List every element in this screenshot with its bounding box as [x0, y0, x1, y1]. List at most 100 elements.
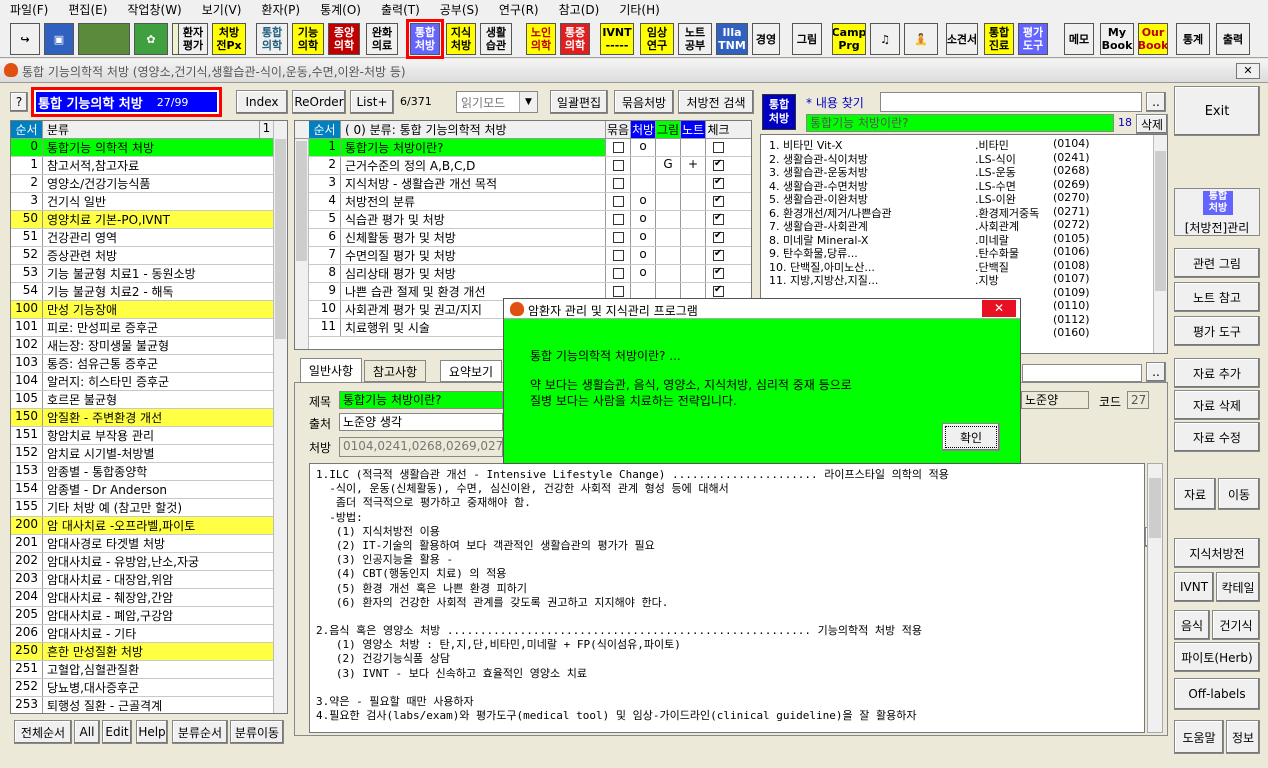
- toolbar-button[interactable]: 임상 연구: [640, 23, 674, 55]
- list-item[interactable]: 53 기능 불균형 치료1 - 동원소방: [11, 265, 273, 283]
- eval-tool-button[interactable]: 평가 도구: [1174, 316, 1260, 346]
- list-item[interactable]: 102 새는장: 장미생물 불균형: [11, 337, 273, 355]
- list-item[interactable]: 4. 생활습관-수면처방 .LS-수면 (0269): [769, 178, 1149, 193]
- reorder-button[interactable]: ReOrder: [292, 90, 346, 114]
- list-item[interactable]: 8. 미네랄 Mineral-X .미네랄 (0105): [769, 232, 1149, 247]
- linked-rx-scrollbar[interactable]: [1153, 135, 1167, 353]
- toolbar-button[interactable]: ↪: [10, 23, 40, 55]
- toolbar-button[interactable]: 환자 평가: [178, 23, 208, 55]
- toolbar-button[interactable]: ▣: [44, 23, 74, 55]
- check-cell[interactable]: [705, 211, 731, 228]
- toolbar-button[interactable]: 노트 공부: [678, 23, 712, 55]
- cocktail-button[interactable]: 칵테일: [1216, 572, 1260, 602]
- toolbar-button[interactable]: 그림: [792, 23, 822, 55]
- group-checkbox[interactable]: [612, 232, 624, 243]
- group-cell[interactable]: [605, 139, 630, 156]
- summary-search-input[interactable]: [1022, 364, 1142, 382]
- menu-item[interactable]: 편집(E): [58, 0, 117, 20]
- check-checkbox[interactable]: [713, 194, 724, 207]
- left-action-button[interactable]: 전체순서: [14, 720, 72, 744]
- table-row[interactable]: 8 심리상태 평가 및 처방 o: [309, 265, 751, 283]
- list-item[interactable]: 250 흔한 만성질환 처방: [11, 643, 273, 661]
- dialog-close-button[interactable]: ✕: [982, 300, 1016, 317]
- add-data-button[interactable]: 자료 추가: [1174, 358, 1260, 388]
- toolbar-button[interactable]: [78, 23, 130, 55]
- related-image-button[interactable]: 관련 그림: [1174, 248, 1260, 278]
- list-item[interactable]: 200 암 대사치료 -오프라벨,파이토: [11, 517, 273, 535]
- info-button[interactable]: 정보: [1226, 720, 1260, 754]
- move-button[interactable]: 이동: [1218, 478, 1260, 510]
- delete-button[interactable]: 삭제: [1136, 114, 1168, 134]
- list-item[interactable]: 7. 생활습관-사회관계 .사회관계 (0272): [769, 218, 1149, 233]
- toolbar-button[interactable]: 소견서: [946, 23, 978, 55]
- list-item[interactable]: 5. 생활습관-이완처방 .LS-이완 (0270): [769, 191, 1149, 206]
- group-cell[interactable]: [605, 211, 630, 228]
- list-item[interactable]: 202 암대사치료 - 유방암,난소,자궁: [11, 553, 273, 571]
- group-checkbox[interactable]: [612, 286, 624, 297]
- group-cell[interactable]: [605, 193, 630, 210]
- category-scrollbar[interactable]: [273, 121, 287, 713]
- find-more-button[interactable]: ..: [1146, 92, 1166, 112]
- toolbar-button[interactable]: 평가 도구: [1018, 23, 1048, 55]
- check-cell[interactable]: [705, 247, 731, 264]
- toolbar-button[interactable]: 메모: [1064, 23, 1094, 55]
- table-row[interactable]: 5 식습관 평가 및 처방 o: [309, 211, 751, 229]
- list-item[interactable]: 101 피로: 만성피로 증후군: [11, 319, 273, 337]
- summary-more-button[interactable]: ..: [1146, 362, 1166, 382]
- list-item[interactable]: 253 퇴행성 질환 - 근골격계: [11, 697, 273, 713]
- toolbar-button[interactable]: Illa TNM: [716, 23, 748, 55]
- toolbar-button[interactable]: 완화 의료: [366, 23, 398, 55]
- toolbar-button[interactable]: Camp Prg: [832, 23, 866, 55]
- source-field[interactable]: 노준양 생각: [339, 413, 503, 431]
- toolbar-button[interactable]: 기능 의학: [292, 23, 324, 55]
- list-item[interactable]: 251 고혈압,심혈관질환: [11, 661, 273, 679]
- mode-select[interactable]: 읽기모드 ▼: [456, 91, 538, 113]
- note-reference-button[interactable]: 노트 참고: [1174, 282, 1260, 312]
- exit-button[interactable]: Exit: [1174, 86, 1260, 136]
- list-item[interactable]: 105 호르몬 불균형: [11, 391, 273, 409]
- food-button[interactable]: 음식: [1174, 610, 1210, 640]
- toolbar-button[interactable]: 노인 의학: [526, 23, 556, 55]
- list-item[interactable]: 54 기능 불균형 치료2 - 해독: [11, 283, 273, 301]
- group-rx-button[interactable]: 묶음처방: [614, 90, 674, 114]
- list-item[interactable]: 201 암대사경로 타겟별 처방: [11, 535, 273, 553]
- title-field[interactable]: 통합기능 처방이란?: [339, 391, 503, 409]
- table-row[interactable]: 1 통합기능 처방이란? o: [309, 139, 751, 157]
- group-checkbox[interactable]: [612, 196, 624, 207]
- check-checkbox[interactable]: [713, 248, 724, 261]
- ivnt-button[interactable]: IVNT: [1174, 572, 1214, 602]
- list-item[interactable]: 155 기타 처방 예 (참고만 할것): [11, 499, 273, 517]
- toolbar-button[interactable]: 출력: [1216, 23, 1250, 55]
- list-item[interactable]: 103 통증: 섬유근통 증후군: [11, 355, 273, 373]
- menu-item[interactable]: 공부(S): [430, 0, 489, 20]
- window-close-button[interactable]: ✕: [1236, 63, 1260, 79]
- menu-item[interactable]: 환자(P): [251, 0, 310, 20]
- toolbar-button[interactable]: 통계: [1176, 23, 1210, 55]
- item-scrollbar[interactable]: [295, 139, 309, 349]
- check-cell[interactable]: [705, 265, 731, 282]
- toolbar-button[interactable]: 통합 진료: [984, 23, 1014, 55]
- toolbar-button[interactable]: 종양 의학: [328, 23, 360, 55]
- menu-item[interactable]: 출력(T): [371, 0, 430, 20]
- rx-search-button[interactable]: 처방전 검색: [678, 90, 754, 114]
- toolbar-button[interactable]: 생활 습관: [480, 23, 512, 55]
- table-row[interactable]: 6 신체활동 평가 및 처방 o: [309, 229, 751, 247]
- tab-general[interactable]: 일반사항: [300, 358, 362, 382]
- modify-data-button[interactable]: 자료 수정: [1174, 422, 1260, 452]
- chevron-down-icon[interactable]: ▼: [519, 92, 537, 112]
- left-action-button[interactable]: Help: [136, 720, 168, 744]
- detail-scrollbar[interactable]: [1147, 463, 1163, 733]
- table-row[interactable]: 7 수면의질 평가 및 처방 o: [309, 247, 751, 265]
- check-checkbox[interactable]: [713, 284, 724, 297]
- list-item[interactable]: 203 암대사치료 - 대장암,위암: [11, 571, 273, 589]
- list-item[interactable]: 9. 탄수화물,당류... .탄수화물 (0106): [769, 245, 1149, 260]
- list-item[interactable]: 205 암대사치료 - 폐암,구강암: [11, 607, 273, 625]
- bulk-edit-button[interactable]: 일괄편집: [550, 90, 608, 114]
- list-item[interactable]: 153 암종별 - 통합종양학: [11, 463, 273, 481]
- group-cell[interactable]: [605, 265, 630, 282]
- menu-item[interactable]: 기타(H): [609, 0, 669, 20]
- knowledge-rx-button[interactable]: 지식처방전: [1174, 538, 1260, 568]
- table-row[interactable]: 4 처방전의 분류 o: [309, 193, 751, 211]
- detail-text[interactable]: 1.ILC (적극적 생활습관 개선 - Intensive Lifestyle…: [309, 463, 1145, 733]
- check-checkbox[interactable]: [713, 176, 724, 189]
